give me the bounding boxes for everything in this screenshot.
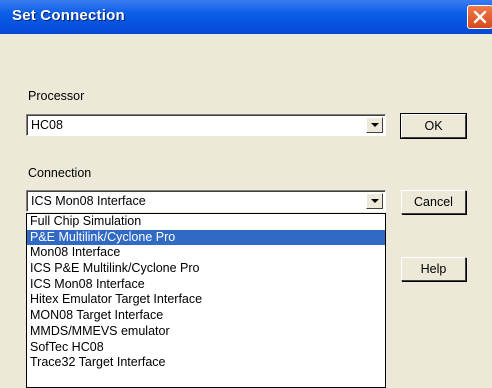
processor-label: Processor xyxy=(28,89,85,103)
list-item[interactable]: Trace32 Target Interface xyxy=(27,355,385,371)
connection-label: Connection xyxy=(28,166,92,180)
list-item[interactable]: MMDS/MMEVS emulator xyxy=(27,324,385,340)
window-title: Set Connection xyxy=(12,7,125,24)
help-button[interactable]: Help xyxy=(401,257,466,281)
cancel-button-label: Cancel xyxy=(414,195,453,209)
connection-value: ICS Mon08 Interface xyxy=(31,194,146,208)
ok-button-label: OK xyxy=(424,119,443,133)
ok-button[interactable]: OK xyxy=(400,113,467,139)
list-item[interactable]: ICS P&E Multilink/Cyclone Pro xyxy=(27,261,385,277)
chevron-down-icon[interactable] xyxy=(366,117,383,133)
chevron-down-icon[interactable] xyxy=(366,193,383,209)
close-button[interactable] xyxy=(467,5,492,29)
help-button-label: Help xyxy=(420,262,447,276)
list-item[interactable]: Full Chip Simulation xyxy=(27,214,385,230)
connection-dropdown-list[interactable]: Full Chip Simulation P&E Multilink/Cyclo… xyxy=(26,213,386,388)
list-item-highlighted[interactable]: P&E Multilink/Cyclone Pro xyxy=(27,229,385,246)
connection-select[interactable]: ICS Mon08 Interface xyxy=(26,190,386,212)
cancel-button[interactable]: Cancel xyxy=(401,190,466,214)
list-item[interactable]: MON08 Target Interface xyxy=(27,308,385,324)
list-item[interactable]: ICS Mon08 Interface xyxy=(27,277,385,293)
processor-value: HC08 xyxy=(31,118,63,132)
list-item[interactable]: Mon08 Interface xyxy=(27,245,385,261)
list-item[interactable]: SofTec HC08 xyxy=(27,340,385,356)
title-bar: Set Connection xyxy=(0,0,492,34)
close-icon xyxy=(473,10,487,24)
processor-select[interactable]: HC08 xyxy=(26,114,386,136)
list-item[interactable]: Hitex Emulator Target Interface xyxy=(27,292,385,308)
